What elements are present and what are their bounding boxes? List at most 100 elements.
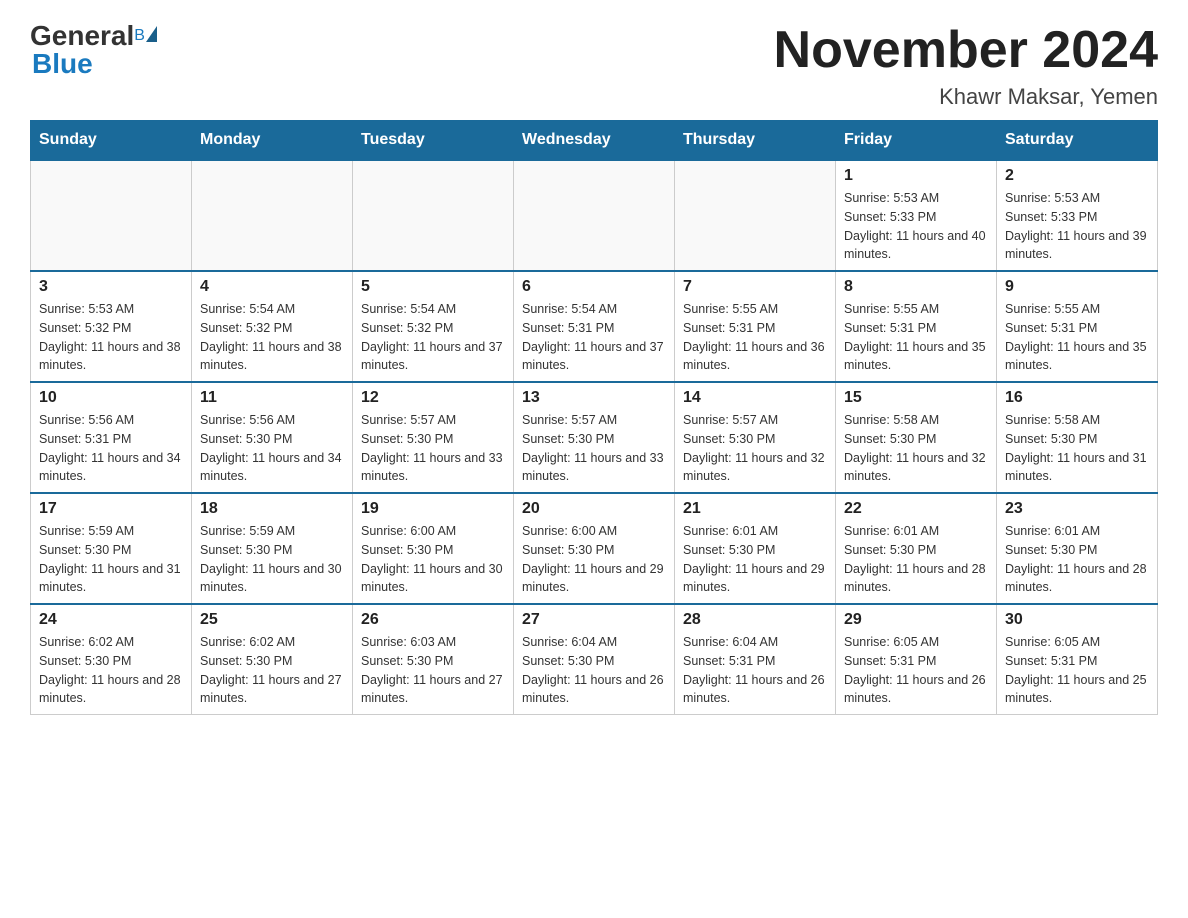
calendar-cell [31,160,192,271]
day-number: 11 [200,389,344,407]
title-section: November 2024 Khawr Maksar, Yemen [774,20,1158,110]
day-info: Sunrise: 5:59 AMSunset: 5:30 PMDaylight:… [200,522,344,597]
calendar-week-1: 1 Sunrise: 5:53 AMSunset: 5:33 PMDaylight… [31,160,1158,271]
calendar-cell: 23Sunrise: 6:01 AMSunset: 5:30 PMDayligh… [997,493,1158,604]
day-number: 16 [1005,389,1149,407]
calendar-header: SundayMondayTuesdayWednesdayThursdayFrid… [31,121,1158,161]
calendar-cell: 22 Sunrise: 6:01 AMSunset: 5:30 PMDayligh… [836,493,997,604]
day-number: 2 [1005,167,1149,185]
calendar-cell: 12Sunrise: 5:57 AMSunset: 5:30 PMDayligh… [353,382,514,493]
day-info: Sunrise: 5:53 AMSunset: 5:33 PMDaylight:… [844,189,988,264]
day-number: 21 [683,500,827,518]
day-info: Sunrise: 5:54 AMSunset: 5:32 PMDaylight:… [361,300,505,375]
calendar-cell: 13Sunrise: 5:57 AMSunset: 5:30 PMDayligh… [514,382,675,493]
day-number: 12 [361,389,505,407]
day-number: 20 [522,500,666,518]
day-info: Sunrise: 5:59 AMSunset: 5:30 PMDaylight:… [39,522,183,597]
calendar-week-2: 3 Sunrise: 5:53 AMSunset: 5:32 PMDaylight… [31,271,1158,382]
day-number: 3 [39,278,183,296]
day-info: Sunrise: 6:04 AMSunset: 5:31 PMDaylight:… [683,633,827,708]
day-number: 1 [844,167,988,185]
day-info: Sunrise: 6:01 AMSunset: 5:30 PMDaylight:… [844,522,988,597]
day-number: 17 [39,500,183,518]
day-number: 9 [1005,278,1149,296]
day-number: 25 [200,611,344,629]
calendar-cell: 20 Sunrise: 6:00 AMSunset: 5:30 PMDayligh… [514,493,675,604]
day-of-week-wednesday: Wednesday [514,121,675,161]
day-number: 27 [522,611,666,629]
day-of-week-friday: Friday [836,121,997,161]
logo-b-text: B [134,27,145,45]
logo-blue-text: Blue [32,48,93,80]
calendar-cell: 14Sunrise: 5:57 AMSunset: 5:30 PMDayligh… [675,382,836,493]
calendar-cell: 10 Sunrise: 5:56 AMSunset: 5:31 PMDayligh… [31,382,192,493]
day-number: 22 [844,500,988,518]
day-number: 4 [200,278,344,296]
calendar-cell: 15 Sunrise: 5:58 AMSunset: 5:30 PMDayligh… [836,382,997,493]
day-info: Sunrise: 5:58 AMSunset: 5:30 PMDaylight:… [844,411,988,486]
day-info: Sunrise: 6:02 AMSunset: 5:30 PMDaylight:… [200,633,344,708]
day-number: 10 [39,389,183,407]
day-number: 18 [200,500,344,518]
day-info: Sunrise: 6:02 AMSunset: 5:30 PMDaylight:… [39,633,183,708]
day-info: Sunrise: 6:03 AMSunset: 5:30 PMDaylight:… [361,633,505,708]
days-of-week-row: SundayMondayTuesdayWednesdayThursdayFrid… [31,121,1158,161]
day-info: Sunrise: 5:55 AMSunset: 5:31 PMDaylight:… [844,300,988,375]
calendar-cell: 18 Sunrise: 5:59 AMSunset: 5:30 PMDayligh… [192,493,353,604]
calendar-cell [353,160,514,271]
day-number: 23 [1005,500,1149,518]
calendar-cell: 27 Sunrise: 6:04 AMSunset: 5:30 PMDayligh… [514,604,675,715]
day-info: Sunrise: 6:05 AMSunset: 5:31 PMDaylight:… [844,633,988,708]
day-info: Sunrise: 5:54 AMSunset: 5:32 PMDaylight:… [200,300,344,375]
day-info: Sunrise: 5:55 AMSunset: 5:31 PMDaylight:… [683,300,827,375]
calendar-cell: 6 Sunrise: 5:54 AMSunset: 5:31 PMDaylight… [514,271,675,382]
calendar-cell: 16 Sunrise: 5:58 AMSunset: 5:30 PMDayligh… [997,382,1158,493]
day-number: 6 [522,278,666,296]
calendar-cell: 30 Sunrise: 6:05 AMSunset: 5:31 PMDayligh… [997,604,1158,715]
day-info: Sunrise: 5:54 AMSunset: 5:31 PMDaylight:… [522,300,666,375]
calendar-cell: 17 Sunrise: 5:59 AMSunset: 5:30 PMDayligh… [31,493,192,604]
day-number: 30 [1005,611,1149,629]
day-number: 29 [844,611,988,629]
day-number: 28 [683,611,827,629]
day-info: Sunrise: 5:56 AMSunset: 5:31 PMDaylight:… [39,411,183,486]
day-info: Sunrise: 5:58 AMSunset: 5:30 PMDaylight:… [1005,411,1149,486]
day-number: 5 [361,278,505,296]
day-of-week-sunday: Sunday [31,121,192,161]
calendar-cell [514,160,675,271]
logo-triangle-icon [146,26,157,42]
calendar-cell: 5 Sunrise: 5:54 AMSunset: 5:32 PMDaylight… [353,271,514,382]
day-number: 7 [683,278,827,296]
calendar-cell: 11 Sunrise: 5:56 AMSunset: 5:30 PMDayligh… [192,382,353,493]
day-info: Sunrise: 6:04 AMSunset: 5:30 PMDaylight:… [522,633,666,708]
calendar-cell: 9 Sunrise: 5:55 AMSunset: 5:31 PMDaylight… [997,271,1158,382]
calendar-cell: 4 Sunrise: 5:54 AMSunset: 5:32 PMDaylight… [192,271,353,382]
day-info: Sunrise: 6:00 AMSunset: 5:30 PMDaylight:… [522,522,666,597]
day-info: Sunrise: 5:56 AMSunset: 5:30 PMDaylight:… [200,411,344,486]
calendar-cell: 8 Sunrise: 5:55 AMSunset: 5:31 PMDaylight… [836,271,997,382]
day-number: 8 [844,278,988,296]
day-number: 15 [844,389,988,407]
logo: GeneralB Blue [30,20,157,80]
day-number: 13 [522,389,666,407]
page-header: GeneralB Blue November 2024 Khawr Maksar… [30,20,1158,110]
calendar-cell: 28 Sunrise: 6:04 AMSunset: 5:31 PMDayligh… [675,604,836,715]
day-number: 26 [361,611,505,629]
calendar-week-3: 10 Sunrise: 5:56 AMSunset: 5:31 PMDayligh… [31,382,1158,493]
day-of-week-monday: Monday [192,121,353,161]
calendar-week-5: 24Sunrise: 6:02 AMSunset: 5:30 PMDayligh… [31,604,1158,715]
calendar-cell [192,160,353,271]
calendar-cell: 21Sunrise: 6:01 AMSunset: 5:30 PMDayligh… [675,493,836,604]
calendar-cell: 26 Sunrise: 6:03 AMSunset: 5:30 PMDayligh… [353,604,514,715]
day-info: Sunrise: 5:55 AMSunset: 5:31 PMDaylight:… [1005,300,1149,375]
calendar-title: November 2024 [774,20,1158,80]
calendar-table: SundayMondayTuesdayWednesdayThursdayFrid… [30,120,1158,715]
day-info: Sunrise: 5:53 AMSunset: 5:33 PMDaylight:… [1005,189,1149,264]
day-of-week-saturday: Saturday [997,121,1158,161]
day-info: Sunrise: 5:57 AMSunset: 5:30 PMDaylight:… [683,411,827,486]
calendar-cell: 7 Sunrise: 5:55 AMSunset: 5:31 PMDaylight… [675,271,836,382]
day-number: 19 [361,500,505,518]
calendar-cell: 19Sunrise: 6:00 AMSunset: 5:30 PMDayligh… [353,493,514,604]
day-info: Sunrise: 6:05 AMSunset: 5:31 PMDaylight:… [1005,633,1149,708]
day-info: Sunrise: 5:53 AMSunset: 5:32 PMDaylight:… [39,300,183,375]
